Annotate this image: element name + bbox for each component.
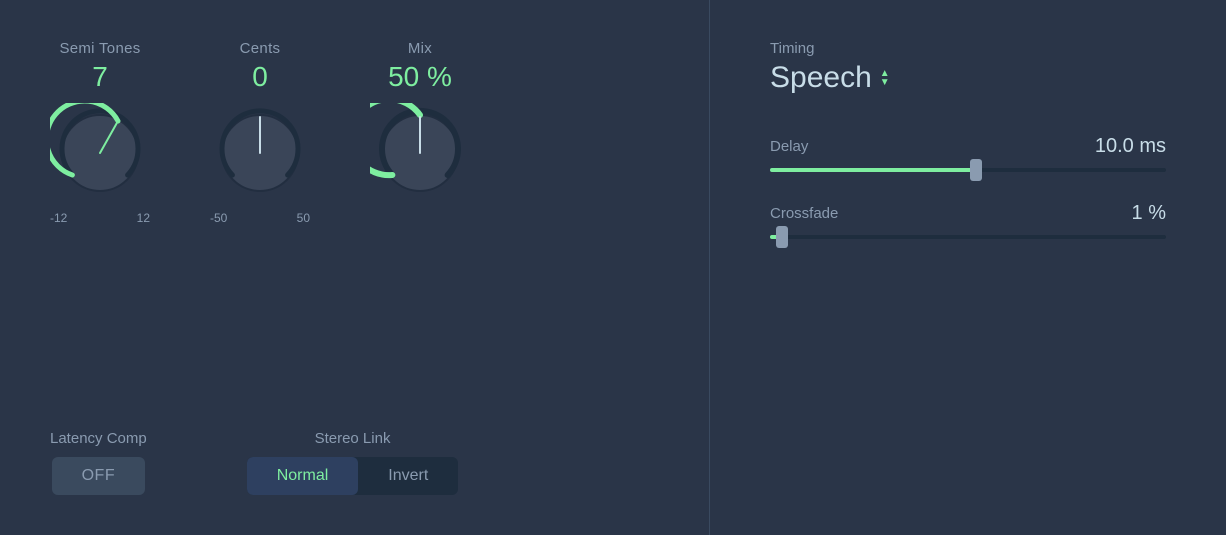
timing-down-arrow: ▼ <box>880 78 890 87</box>
mix-label: Mix <box>408 40 432 57</box>
delay-fill <box>770 168 976 172</box>
delay-slider-section: Delay 10.0 ms <box>770 135 1166 172</box>
cents-knob[interactable] <box>210 103 310 203</box>
cents-knob-group: Cents 0 -50 50 <box>210 40 310 225</box>
latency-comp-group: Latency Comp OFF <box>50 430 147 495</box>
crossfade-label: Crossfade <box>770 205 838 222</box>
cents-value: 0 <box>252 61 268 93</box>
crossfade-header: Crossfade 1 % <box>770 202 1166 225</box>
semi-tones-value: 7 <box>92 61 108 93</box>
delay-track[interactable] <box>770 168 1166 172</box>
timing-value-text: Speech <box>770 61 872 95</box>
mix-value: 50 % <box>388 61 452 93</box>
timing-section: Timing Speech ▲ ▼ <box>770 40 1166 95</box>
crossfade-slider-section: Crossfade 1 % <box>770 202 1166 239</box>
timing-arrows: ▲ ▼ <box>880 69 890 87</box>
semi-tones-range: -12 12 <box>50 211 150 225</box>
delay-header: Delay 10.0 ms <box>770 135 1166 158</box>
cents-label: Cents <box>240 40 281 57</box>
crossfade-thumb[interactable] <box>776 226 788 248</box>
semi-tones-label: Semi Tones <box>59 40 140 57</box>
mix-knob-group: Mix 50 % <box>370 40 470 211</box>
stereo-link-toggle: Normal Invert <box>247 457 459 495</box>
latency-comp-button[interactable]: OFF <box>52 457 146 495</box>
stereo-link-group: Stereo Link Normal Invert <box>247 430 459 495</box>
right-panel: Timing Speech ▲ ▼ Delay 10.0 ms Crossfad… <box>710 0 1226 535</box>
delay-value: 10.0 ms <box>1095 135 1166 158</box>
knobs-row: Semi Tones 7 -12 12 <box>50 40 659 225</box>
timing-label: Timing <box>770 40 1166 57</box>
cents-range: -50 50 <box>210 211 310 225</box>
crossfade-value: 1 % <box>1132 202 1166 225</box>
left-panel: Semi Tones 7 -12 12 <box>0 0 710 535</box>
invert-button[interactable]: Invert <box>358 457 458 495</box>
semi-tones-knob[interactable] <box>50 103 150 203</box>
normal-button[interactable]: Normal <box>247 457 359 495</box>
mix-knob[interactable] <box>370 103 470 203</box>
crossfade-track[interactable] <box>770 235 1166 239</box>
latency-comp-label: Latency Comp <box>50 430 147 447</box>
delay-label: Delay <box>770 138 808 155</box>
delay-thumb[interactable] <box>970 159 982 181</box>
controls-row: Latency Comp OFF Stereo Link Normal Inve… <box>50 430 659 495</box>
timing-value[interactable]: Speech ▲ ▼ <box>770 61 1166 95</box>
stereo-link-label: Stereo Link <box>315 430 391 447</box>
semi-tones-knob-group: Semi Tones 7 -12 12 <box>50 40 150 225</box>
